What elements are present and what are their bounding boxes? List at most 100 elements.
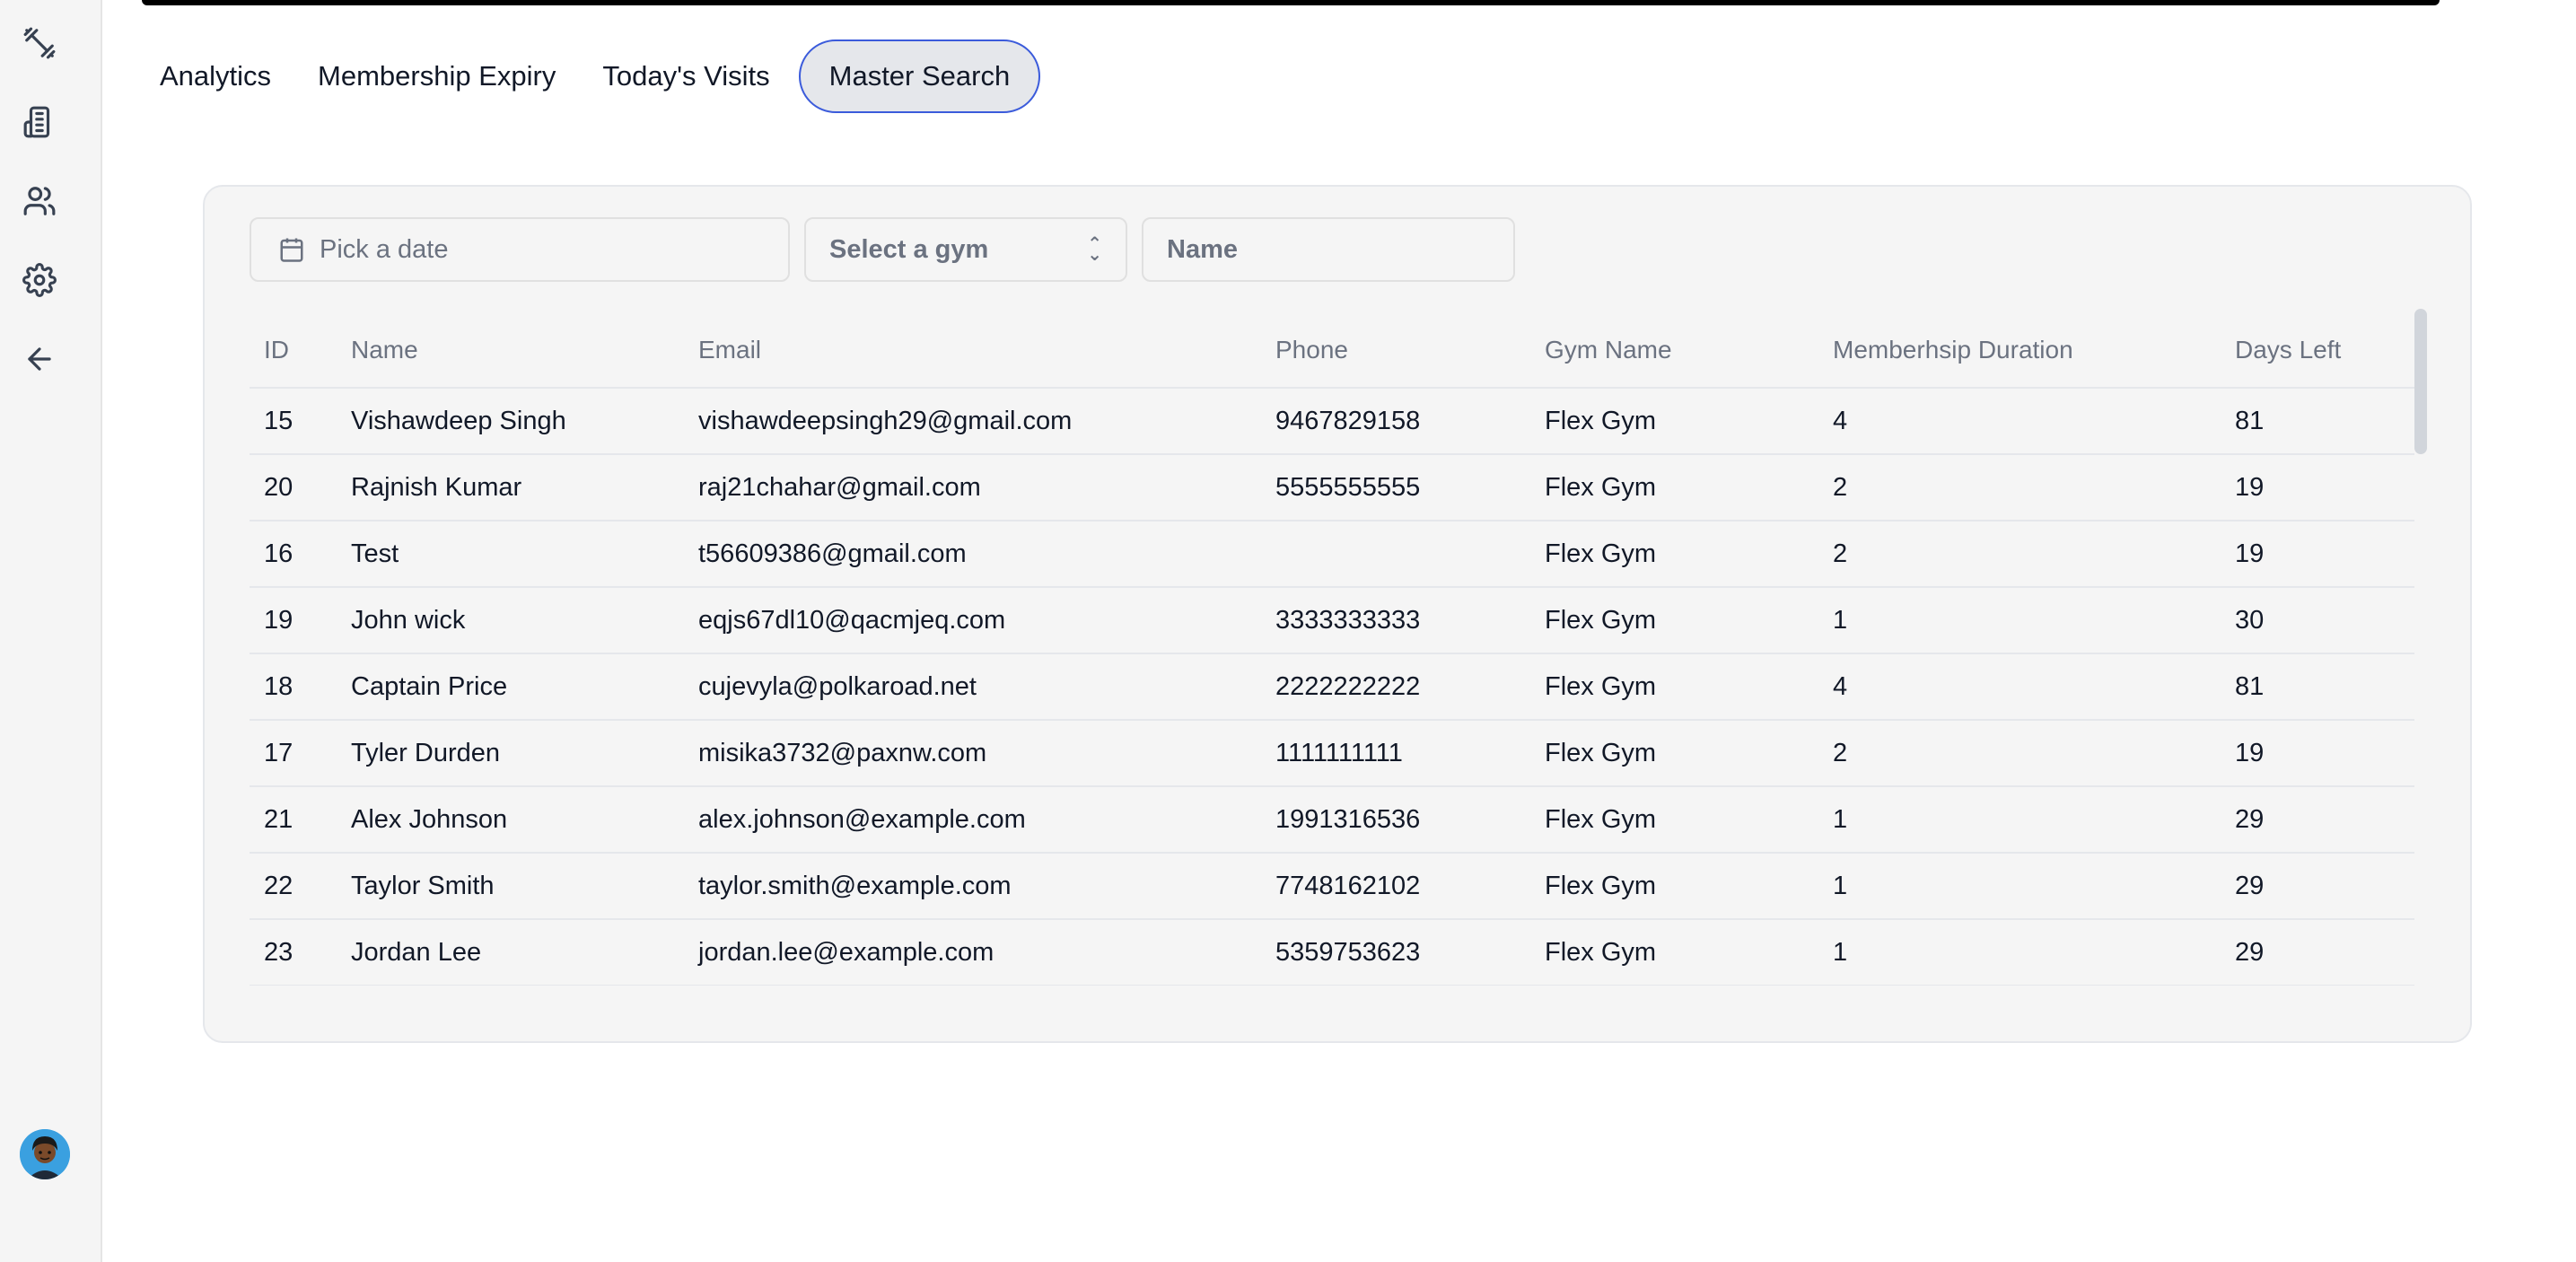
dumbbell-icon[interactable]	[20, 23, 59, 63]
cell-name: Taylor Smith	[337, 853, 684, 920]
cell-id: 21	[250, 786, 337, 854]
cell-name: Vishawdeep Singh	[337, 388, 684, 455]
table-row[interactable]: 15 Vishawdeep Singh vishawdeepsingh29@gm…	[250, 388, 2414, 455]
cell-name: John wick	[337, 587, 684, 654]
cell-phone: 5359753623	[1261, 919, 1530, 986]
cell-email: vishawdeepsingh29@gmail.com	[684, 388, 1261, 455]
building-icon[interactable]	[20, 102, 59, 142]
cell-name: Rajnish Kumar	[337, 454, 684, 521]
cell-gym-name: Flex Gym	[1530, 720, 1818, 787]
cell-days-left: 81	[2221, 653, 2414, 721]
cell-email: raj21chahar@gmail.com	[684, 454, 1261, 521]
cell-duration: 4	[1818, 388, 2221, 455]
cell-id: 17	[250, 720, 337, 787]
cell-gym-name: Flex Gym	[1530, 587, 1818, 654]
cell-name: Test	[337, 521, 684, 588]
cell-id: 16	[250, 521, 337, 588]
table-row[interactable]: 17 Tyler Durden misika3732@paxnw.com 111…	[250, 720, 2414, 787]
column-header-email[interactable]: Email	[684, 312, 1261, 389]
calendar-icon	[280, 238, 303, 262]
table-row[interactable]: 22 Taylor Smith taylor.smith@example.com…	[250, 853, 2414, 920]
cell-name: Captain Price	[337, 653, 684, 721]
tab-membership-expiry[interactable]: Membership Expiry	[294, 39, 579, 113]
name-input[interactable]	[1167, 234, 1490, 265]
cell-days-left: 19	[2221, 521, 2414, 588]
cell-name: Tyler Durden	[337, 720, 684, 787]
cell-phone: 7748162102	[1261, 853, 1530, 920]
cell-duration: 1	[1818, 919, 2221, 986]
top-bar	[142, 0, 2440, 5]
column-header-gym-name[interactable]: Gym Name	[1530, 312, 1818, 389]
cell-days-left: 30	[2221, 587, 2414, 654]
cell-duration: 1	[1818, 786, 2221, 854]
cell-duration: 4	[1818, 653, 2221, 721]
tab-master-search[interactable]: Master Search	[798, 39, 1041, 113]
cell-gym-name: Flex Gym	[1530, 853, 1818, 920]
cell-gym-name: Flex Gym	[1530, 388, 1818, 455]
cell-email: cujevyla@polkaroad.net	[684, 653, 1261, 721]
column-header-name[interactable]: Name	[337, 312, 684, 389]
cell-phone: 2222222222	[1261, 653, 1530, 721]
cell-phone: 1991316536	[1261, 786, 1530, 854]
table-row[interactable]: 21 Alex Johnson alex.johnson@example.com…	[250, 786, 2414, 854]
tab-analytics[interactable]: Analytics	[136, 39, 294, 113]
cell-duration: 1	[1818, 853, 2221, 920]
cell-name: Alex Johnson	[337, 786, 684, 854]
column-header-id[interactable]: ID	[250, 312, 337, 389]
table-row[interactable]: 16 Test t56609386@gmail.com Flex Gym 2 1…	[250, 521, 2414, 588]
cell-gym-name: Flex Gym	[1530, 454, 1818, 521]
filter-bar: Pick a date Select a gym ⌃ ⌄	[250, 217, 1515, 282]
gear-icon[interactable]	[20, 260, 59, 300]
cell-email: misika3732@paxnw.com	[684, 720, 1261, 787]
cell-phone: 1111111111	[1261, 720, 1530, 787]
cell-days-left: 29	[2221, 786, 2414, 854]
cell-id: 20	[250, 454, 337, 521]
users-icon[interactable]	[20, 181, 59, 221]
sidebar	[0, 0, 102, 1262]
column-header-days-left[interactable]: Days Left	[2221, 312, 2414, 389]
table-row[interactable]: 19 John wick eqjs67dl10@qacmjeq.com 3333…	[250, 587, 2414, 654]
cell-email: eqjs67dl10@qacmjeq.com	[684, 587, 1261, 654]
cell-phone	[1261, 521, 1530, 588]
cell-phone: 5555555555	[1261, 454, 1530, 521]
cell-days-left: 81	[2221, 388, 2414, 455]
cell-gym-name: Flex Gym	[1530, 521, 1818, 588]
cell-email: taylor.smith@example.com	[684, 853, 1261, 920]
column-header-phone[interactable]: Phone	[1261, 312, 1530, 389]
app-root: Analytics Membership Expiry Today's Visi…	[0, 0, 2576, 1262]
cell-duration: 2	[1818, 454, 2221, 521]
cell-days-left: 19	[2221, 720, 2414, 787]
tab-bar: Analytics Membership Expiry Today's Visi…	[136, 39, 1041, 113]
table-row[interactable]: 18 Captain Price cujevyla@polkaroad.net …	[250, 653, 2414, 721]
cell-email: jordan.lee@example.com	[684, 919, 1261, 986]
arrow-left-icon[interactable]	[20, 339, 59, 379]
cell-days-left: 29	[2221, 853, 2414, 920]
cell-gym-name: Flex Gym	[1530, 919, 1818, 986]
gym-select[interactable]: Select a gym ⌃ ⌄	[804, 217, 1127, 282]
tab-todays-visits[interactable]: Today's Visits	[579, 39, 793, 113]
cell-email: alex.johnson@example.com	[684, 786, 1261, 854]
cell-days-left: 19	[2221, 454, 2414, 521]
date-picker[interactable]: Pick a date	[250, 217, 790, 282]
gym-select-placeholder: Select a gym	[829, 234, 989, 264]
cell-id: 18	[250, 653, 337, 721]
cell-phone: 9467829158	[1261, 388, 1530, 455]
chevron-up-down-icon: ⌃ ⌄	[1087, 234, 1102, 265]
cell-email: t56609386@gmail.com	[684, 521, 1261, 588]
cell-gym-name: Flex Gym	[1530, 786, 1818, 854]
table-scrollbar[interactable]	[2414, 309, 2427, 454]
column-header-membership-duration[interactable]: Memberhsip Duration	[1818, 312, 2221, 389]
cell-phone: 3333333333	[1261, 587, 1530, 654]
cell-id: 19	[250, 587, 337, 654]
date-picker-placeholder: Pick a date	[320, 234, 449, 264]
members-table-container: ID Name Email Phone Gym Name Memberhsip …	[250, 312, 2414, 986]
master-search-card: Pick a date Select a gym ⌃⌄ ID Name	[203, 185, 2472, 1043]
cell-gym-name: Flex Gym	[1530, 653, 1818, 721]
name-field[interactable]	[1142, 217, 1515, 282]
table-row[interactable]: 23 Jordan Lee jordan.lee@example.com 535…	[250, 919, 2414, 986]
user-avatar[interactable]	[20, 1129, 70, 1179]
table-header-row: ID Name Email Phone Gym Name Memberhsip …	[250, 312, 2414, 389]
cell-duration: 2	[1818, 720, 2221, 787]
table-row[interactable]: 20 Rajnish Kumar raj21chahar@gmail.com 5…	[250, 454, 2414, 521]
cell-days-left: 29	[2221, 919, 2414, 986]
